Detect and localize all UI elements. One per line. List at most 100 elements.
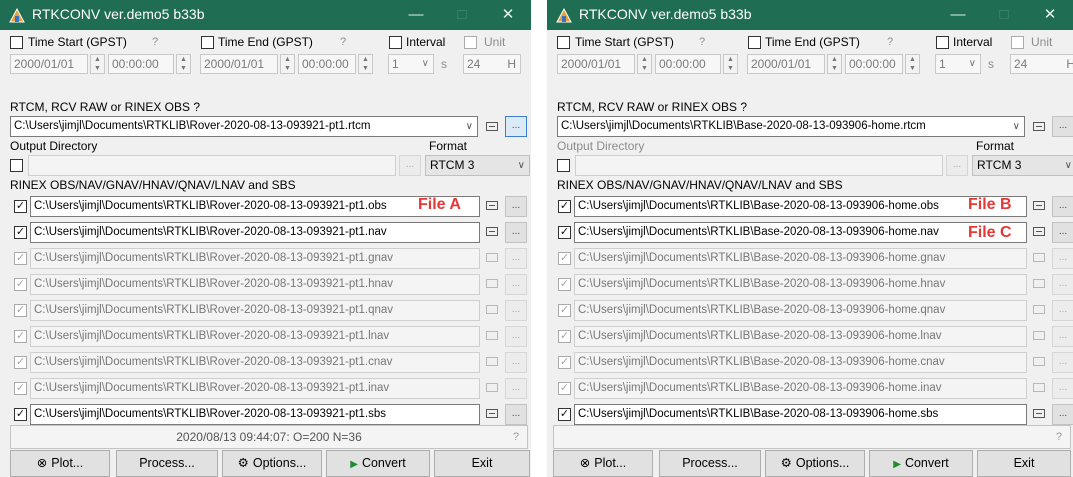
start-time-field[interactable]: 00:00:00 xyxy=(108,54,174,74)
view-file-icon[interactable] xyxy=(1033,409,1045,418)
rinex-hnav-field[interactable]: C:\Users\jimjl\Documents\RTKLIB\Rover-20… xyxy=(30,274,480,295)
browse-file-button[interactable]: ... xyxy=(1052,352,1073,373)
start-date-spinner[interactable]: ▲ ▼ xyxy=(637,54,652,74)
browse-input-button[interactable]: ... xyxy=(505,116,527,137)
browse-input-button[interactable]: ... xyxy=(1052,116,1073,137)
rinex-sbs-checkbox[interactable]: ✓ xyxy=(558,408,571,421)
end-date-field[interactable]: 2000/01/01 xyxy=(747,54,825,74)
time-end-checkbox[interactable] xyxy=(748,36,761,49)
rinex-gnav-field[interactable]: C:\Users\jimjl\Documents\RTKLIB\Rover-20… xyxy=(30,248,480,269)
view-file-icon[interactable] xyxy=(486,305,498,314)
close-button[interactable]: ✕ xyxy=(485,0,531,30)
view-file-icon[interactable] xyxy=(1033,331,1045,340)
rinex-sbs-field[interactable]: C:\Users\jimjl\Documents\RTKLIB\Rover-20… xyxy=(30,404,480,425)
view-file-icon[interactable] xyxy=(1033,305,1045,314)
process-button[interactable]: Process... xyxy=(116,450,218,477)
browse-file-button[interactable]: ... xyxy=(505,352,527,373)
rinex-inav-checkbox[interactable]: ✓ xyxy=(14,382,27,395)
rinex-nav-checkbox[interactable]: ✓ xyxy=(558,226,571,239)
options-button[interactable]: ⚙ Options... xyxy=(222,450,322,477)
view-file-icon[interactable] xyxy=(486,409,498,418)
view-file-icon[interactable] xyxy=(486,331,498,340)
minimize-button[interactable]: — xyxy=(935,0,981,30)
rinex-cnav-checkbox[interactable]: ✓ xyxy=(558,356,571,369)
time-end-checkbox[interactable] xyxy=(201,36,214,49)
plot-button[interactable]: ⊗ Plot... xyxy=(10,450,110,477)
unit-field[interactable]: 24 H xyxy=(1010,54,1073,74)
rinex-cnav-field[interactable]: C:\Users\jimjl\Documents\RTKLIB\Rover-20… xyxy=(30,352,480,373)
browse-file-button[interactable]: ... xyxy=(505,404,527,425)
interval-select[interactable]: 1 ∨ xyxy=(388,54,434,74)
rinex-obs-checkbox[interactable]: ✓ xyxy=(14,200,27,213)
rinex-qnav-checkbox[interactable]: ✓ xyxy=(14,304,27,317)
view-file-icon[interactable] xyxy=(486,383,498,392)
rinex-sbs-field[interactable]: C:\Users\jimjl\Documents\RTKLIB\Base-202… xyxy=(574,404,1027,425)
view-file-icon[interactable] xyxy=(1033,122,1045,131)
rinex-qnav-field[interactable]: C:\Users\jimjl\Documents\RTKLIB\Rover-20… xyxy=(30,300,480,321)
rinex-hnav-checkbox[interactable]: ✓ xyxy=(14,278,27,291)
maximize-button[interactable]: □ xyxy=(439,0,485,30)
browse-file-button[interactable]: ... xyxy=(1052,196,1073,217)
browse-output-button[interactable]: ... xyxy=(399,155,421,176)
rinex-cnav-checkbox[interactable]: ✓ xyxy=(14,356,27,369)
rinex-lnav-checkbox[interactable]: ✓ xyxy=(558,330,571,343)
interval-select[interactable]: 1 ∨ xyxy=(935,54,981,74)
view-file-icon[interactable] xyxy=(1033,383,1045,392)
rinex-gnav-checkbox[interactable]: ✓ xyxy=(14,252,27,265)
rinex-lnav-field[interactable]: C:\Users\jimjl\Documents\RTKLIB\Base-202… xyxy=(574,326,1027,347)
browse-file-button[interactable]: ... xyxy=(1052,404,1073,425)
unit-checkbox[interactable] xyxy=(464,36,477,49)
browse-file-button[interactable]: ... xyxy=(1052,378,1073,399)
maximize-button[interactable]: □ xyxy=(981,0,1027,30)
browse-file-button[interactable]: ... xyxy=(505,378,527,399)
rinex-gnav-field[interactable]: C:\Users\jimjl\Documents\RTKLIB\Base-202… xyxy=(574,248,1027,269)
convert-button[interactable]: ▶ Convert xyxy=(869,450,973,477)
input-file-field[interactable]: C:\Users\jimjl\Documents\RTKLIB\Rover-20… xyxy=(10,116,478,137)
browse-file-button[interactable]: ... xyxy=(1052,274,1073,295)
browse-file-button[interactable]: ... xyxy=(505,300,527,321)
view-file-icon[interactable] xyxy=(486,253,498,262)
output-directory-field[interactable] xyxy=(28,155,396,176)
rinex-qnav-field[interactable]: C:\Users\jimjl\Documents\RTKLIB\Base-202… xyxy=(574,300,1027,321)
view-file-icon[interactable] xyxy=(1033,227,1045,236)
start-time-field[interactable]: 00:00:00 xyxy=(655,54,721,74)
rinex-gnav-checkbox[interactable]: ✓ xyxy=(558,252,571,265)
convert-button[interactable]: ▶ Convert xyxy=(326,450,430,477)
time-start-checkbox[interactable] xyxy=(10,36,23,49)
view-file-icon[interactable] xyxy=(486,122,498,131)
end-time-field[interactable]: 00:00:00 xyxy=(845,54,903,74)
rinex-lnav-checkbox[interactable]: ✓ xyxy=(14,330,27,343)
plot-button[interactable]: ⊗ Plot... xyxy=(553,450,653,477)
exit-button[interactable]: Exit xyxy=(434,450,530,477)
interval-checkbox[interactable] xyxy=(936,36,949,49)
help-icon[interactable]: ? xyxy=(1056,426,1062,448)
output-directory-field[interactable] xyxy=(575,155,943,176)
rinex-obs-checkbox[interactable]: ✓ xyxy=(558,200,571,213)
format-select[interactable]: RTCM 3 ∨ xyxy=(972,155,1073,176)
process-button[interactable]: Process... xyxy=(659,450,761,477)
rinex-cnav-field[interactable]: C:\Users\jimjl\Documents\RTKLIB\Base-202… xyxy=(574,352,1027,373)
view-file-icon[interactable] xyxy=(486,357,498,366)
rinex-qnav-checkbox[interactable]: ✓ xyxy=(558,304,571,317)
browse-file-button[interactable]: ... xyxy=(505,326,527,347)
close-button[interactable]: ✕ xyxy=(1027,0,1073,30)
browse-file-button[interactable]: ... xyxy=(1052,248,1073,269)
start-date-field[interactable]: 2000/01/01 xyxy=(10,54,88,74)
minimize-button[interactable]: — xyxy=(393,0,439,30)
start-date-field[interactable]: 2000/01/01 xyxy=(557,54,635,74)
end-date-spinner[interactable]: ▲ ▼ xyxy=(827,54,842,74)
rinex-nav-field[interactable]: C:\Users\jimjl\Documents\RTKLIB\Base-202… xyxy=(574,222,1027,243)
view-file-icon[interactable] xyxy=(1033,357,1045,366)
rinex-obs-field[interactable]: C:\Users\jimjl\Documents\RTKLIB\Base-202… xyxy=(574,196,1027,217)
view-file-icon[interactable] xyxy=(1033,279,1045,288)
title-bar[interactable]: RTKCONV ver.demo5 b33b — □ ✕ xyxy=(547,0,1073,30)
input-file-field[interactable]: C:\Users\jimjl\Documents\RTKLIB\Base-202… xyxy=(557,116,1025,137)
start-date-spinner[interactable]: ▲ ▼ xyxy=(90,54,105,74)
title-bar[interactable]: RTKCONV ver.demo5 b33b — □ ✕ xyxy=(0,0,531,30)
rinex-inav-checkbox[interactable]: ✓ xyxy=(558,382,571,395)
options-button[interactable]: ⚙ Options... xyxy=(765,450,865,477)
rinex-obs-field[interactable]: C:\Users\jimjl\Documents\RTKLIB\Rover-20… xyxy=(30,196,480,217)
end-time-spinner[interactable]: ▲ ▼ xyxy=(905,54,920,74)
rinex-nav-field[interactable]: C:\Users\jimjl\Documents\RTKLIB\Rover-20… xyxy=(30,222,480,243)
unit-checkbox[interactable] xyxy=(1011,36,1024,49)
